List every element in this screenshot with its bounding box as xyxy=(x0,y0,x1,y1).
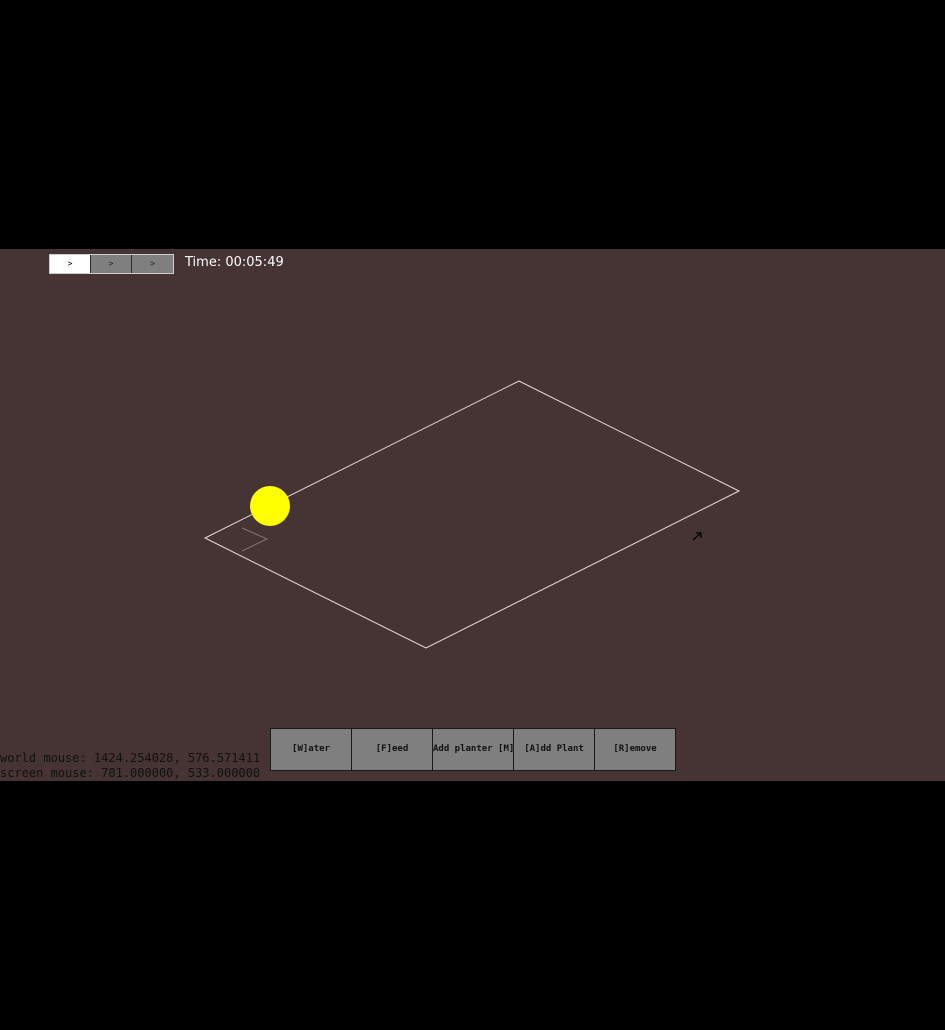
action-toolbar: [W]ater [F]eed Add planter [M] [A]dd Pla… xyxy=(270,728,676,771)
world-mouse-readout: world mouse: 1424.254028, 576.571411 xyxy=(0,751,261,765)
tile-marker xyxy=(241,527,269,552)
feed-button[interactable]: [F]eed xyxy=(352,729,433,770)
speed-normal-button[interactable]: > xyxy=(50,255,91,273)
add-plant-button[interactable]: [A]dd Plant xyxy=(514,729,595,770)
speed-fast-button[interactable]: > xyxy=(91,255,132,273)
add-planter-button[interactable]: Add planter [M] xyxy=(433,729,514,770)
speed-fastest-button[interactable]: > xyxy=(132,255,173,273)
time-label: Time: xyxy=(185,255,222,270)
debug-info: world mouse: 1424.254028, 576.571411 scr… xyxy=(0,751,260,781)
speed-controls: > > > xyxy=(49,254,174,274)
remove-button[interactable]: [R]emove xyxy=(595,729,675,770)
game-scene[interactable] xyxy=(0,249,945,781)
water-button[interactable]: [W]ater xyxy=(271,729,352,770)
time-display: Time: 00:05:49 xyxy=(185,255,284,271)
arrow-cursor-icon xyxy=(692,532,702,541)
sun-icon xyxy=(250,486,290,526)
screen-mouse-readout: screen mouse: 701.000000, 533.000000 xyxy=(0,766,261,780)
game-viewport[interactable]: > > > Time: 00:05:49 world mouse: 1424.2… xyxy=(0,249,945,781)
time-value: 00:05:49 xyxy=(225,255,284,270)
